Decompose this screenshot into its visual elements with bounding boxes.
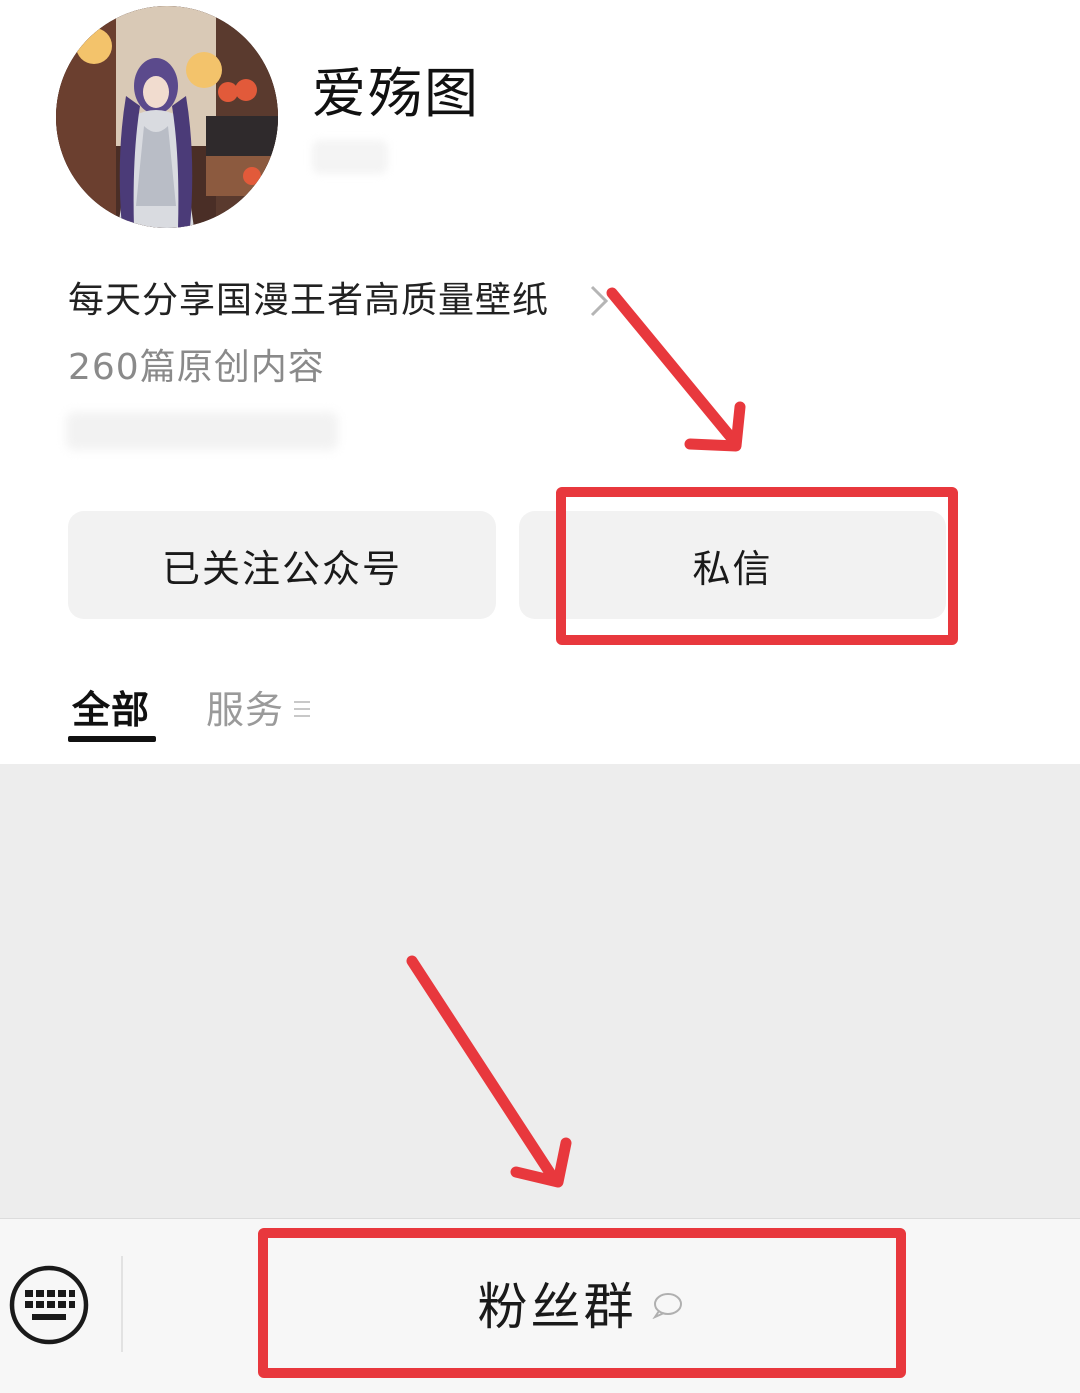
divider — [121, 1256, 123, 1352]
annotation-box-fan-group — [258, 1228, 906, 1378]
article-count[interactable]: 260篇原创内容 — [68, 344, 325, 392]
followed-account-button[interactable]: 已关注公众号 — [68, 511, 496, 619]
chevron-right-icon[interactable] — [584, 283, 614, 319]
content-area — [0, 764, 1080, 1218]
tab-services[interactable]: 服务 — [206, 684, 284, 736]
annotation-arrow-top — [606, 287, 746, 452]
keyboard-icon[interactable] — [8, 1264, 90, 1346]
blurred-info — [312, 140, 388, 174]
annotation-box-message — [556, 487, 958, 645]
avatar[interactable] — [56, 6, 278, 228]
active-tab-indicator — [68, 736, 156, 742]
blurred-info — [66, 412, 338, 450]
account-name: 爱殇图 — [312, 62, 480, 125]
tab-all[interactable]: 全部 — [72, 684, 150, 736]
account-bio[interactable]: 每天分享国漫王者高质量壁纸 — [68, 276, 549, 326]
menu-icon[interactable] — [292, 698, 312, 720]
